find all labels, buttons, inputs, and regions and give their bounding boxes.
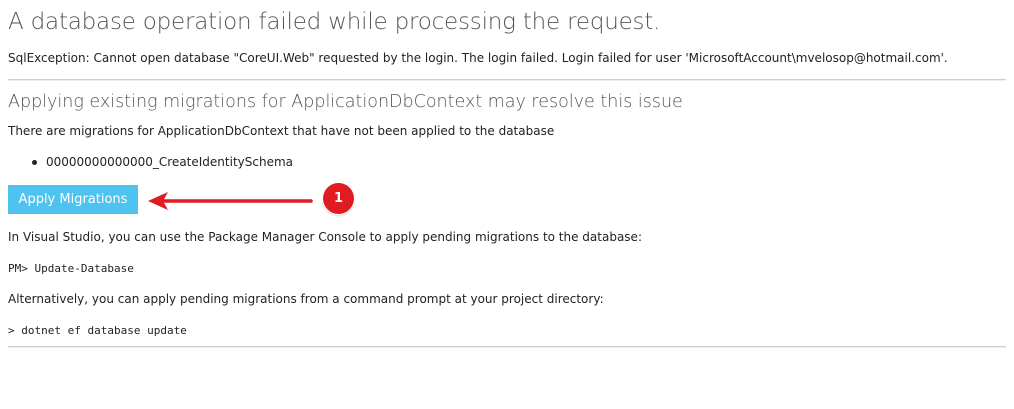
dotnet-cli-command: > dotnet ef database update bbox=[8, 324, 187, 337]
annotation-arrow-icon bbox=[148, 192, 313, 210]
error-message: SqlException: Cannot open database "Core… bbox=[8, 51, 948, 65]
command-line-instructions: Alternatively, you can apply pending mig… bbox=[8, 292, 604, 306]
list-item: 00000000000000_CreateIdentitySchema bbox=[30, 154, 293, 170]
apply-migrations-button[interactable]: Apply Migrations bbox=[8, 185, 138, 214]
divider-bottom bbox=[8, 346, 1006, 348]
migrations-description: There are migrations for ApplicationDbCo… bbox=[8, 124, 555, 138]
error-page: A database operation failed while proces… bbox=[0, 0, 1014, 409]
migrations-heading: Applying existing migrations for Applica… bbox=[8, 92, 683, 112]
visual-studio-instructions: In Visual Studio, you can use the Packag… bbox=[8, 230, 642, 244]
pending-migrations-list: 00000000000000_CreateIdentitySchema bbox=[30, 154, 293, 170]
divider-top bbox=[8, 79, 1006, 81]
package-manager-command: PM> Update-Database bbox=[8, 262, 134, 275]
page-title: A database operation failed while proces… bbox=[8, 9, 661, 35]
annotation-badge: 1 bbox=[323, 183, 354, 214]
